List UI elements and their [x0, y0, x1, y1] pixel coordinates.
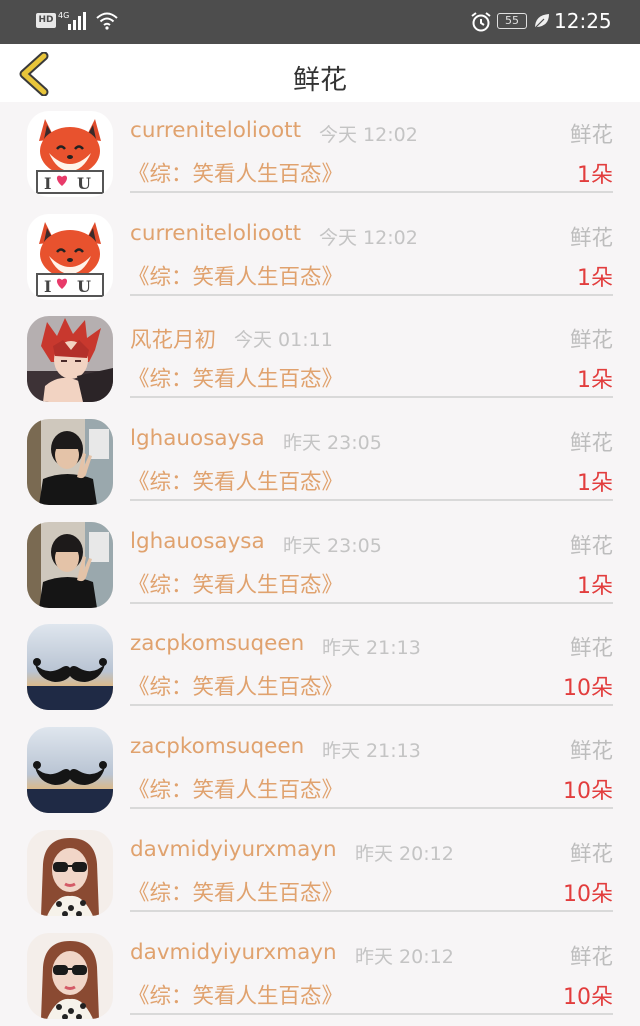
gift-type-label: 鲜花: [570, 837, 613, 868]
gift-type-label: 鲜花: [570, 221, 613, 252]
flower-count: 1朵: [577, 362, 613, 394]
eco-leaf-icon: [533, 12, 551, 30]
book-title[interactable]: 《综：笑看人生百态》: [128, 157, 343, 188]
hd-badge: HD: [36, 13, 56, 28]
gift-type-label: 鲜花: [570, 118, 613, 149]
row-divider: [130, 191, 613, 193]
user-avatar[interactable]: [27, 830, 113, 916]
flower-count: 1朵: [577, 465, 613, 497]
book-title[interactable]: 《综：笑看人生百态》: [128, 876, 343, 907]
user-avatar[interactable]: [27, 727, 113, 813]
user-avatar[interactable]: [27, 522, 113, 608]
flower-record-row[interactable]: davmidyiyurxmayn 昨天 20:12 鲜花《综：笑看人生百态》 10朵: [0, 924, 640, 1026]
row-divider: [130, 602, 613, 604]
svg-text:I: I: [44, 277, 51, 296]
username[interactable]: 风花月初: [130, 323, 216, 354]
clock-time: 12:25: [554, 9, 612, 33]
user-avatar[interactable]: [27, 624, 113, 710]
book-title[interactable]: 《综：笑看人生百态》: [128, 568, 343, 599]
user-avatar[interactable]: [27, 316, 113, 402]
flower-record-row[interactable]: zacpkomsuqeen 昨天 21:13 鲜花《综：笑看人生百态》 10朵: [0, 615, 640, 718]
svg-text:U: U: [77, 174, 91, 193]
book-title[interactable]: 《综：笑看人生百态》: [128, 773, 343, 804]
username[interactable]: lghauosaysa: [130, 529, 265, 554]
flower-record-row[interactable]: zacpkomsuqeen 昨天 21:13 鲜花《综：笑看人生百态》 10朵: [0, 718, 640, 821]
page-title: 鲜花: [0, 58, 640, 97]
gift-type-label: 鲜花: [570, 631, 613, 662]
status-bar: HD 4G 55 12:25: [0, 0, 640, 44]
row-divider: [130, 704, 613, 706]
alarm-icon: [470, 11, 492, 33]
flower-count: 10朵: [563, 979, 613, 1011]
gift-time: 昨天 20:12: [355, 839, 454, 866]
gift-type-label: 鲜花: [570, 323, 613, 354]
gift-time: 昨天 21:13: [322, 736, 421, 763]
book-title[interactable]: 《综：笑看人生百态》: [128, 260, 343, 291]
gift-time: 今天 12:02: [319, 120, 418, 147]
username[interactable]: davmidyiyurxmayn: [130, 837, 337, 862]
row-divider: [130, 807, 613, 809]
gift-type-label: 鲜花: [570, 529, 613, 560]
gift-time: 今天 12:02: [319, 223, 418, 250]
flower-count: 10朵: [563, 773, 613, 805]
gift-type-label: 鲜花: [570, 940, 613, 971]
user-avatar[interactable]: [27, 419, 113, 505]
flower-record-list: I U currenitelolioott今天 12:02鲜花《综：笑看人生百态…: [0, 102, 640, 1026]
gift-time: 昨天 21:13: [322, 633, 421, 660]
flower-count: 10朵: [563, 670, 613, 702]
gift-time: 昨天 23:05: [283, 428, 382, 455]
book-title[interactable]: 《综：笑看人生百态》: [128, 979, 343, 1010]
svg-text:I: I: [44, 174, 51, 193]
book-title[interactable]: 《综：笑看人生百态》: [128, 670, 343, 701]
gift-time: 今天 01:11: [234, 325, 333, 352]
book-title[interactable]: 《综：笑看人生百态》: [128, 465, 343, 496]
user-avatar[interactable]: I U: [27, 111, 113, 197]
battery-icon: 55: [497, 13, 527, 29]
flower-count: 10朵: [563, 876, 613, 908]
row-divider: [130, 1013, 613, 1015]
wifi-icon: [96, 12, 118, 30]
title-bar: 鲜花: [0, 44, 640, 102]
gift-time: 昨天 23:05: [283, 531, 382, 558]
flower-record-row[interactable]: I U currenitelolioott 今天 12:02 鲜花《综：笑看人生百态…: [0, 205, 640, 308]
book-title[interactable]: 《综：笑看人生百态》: [128, 362, 343, 393]
gift-time: 昨天 20:12: [355, 942, 454, 969]
username[interactable]: davmidyiyurxmayn: [130, 940, 337, 965]
svg-text:U: U: [77, 277, 91, 296]
flower-record-row[interactable]: lghauosaysa 昨天 23:05 鲜花《综：笑看人生百态》 1朵: [0, 410, 640, 513]
flower-record-row[interactable]: lghauosaysa 昨天 23:05 鲜花《综：笑看人生百态》 1朵: [0, 513, 640, 616]
flower-record-row[interactable]: davmidyiyurxmayn 昨天 20:12 鲜花《综：笑看人生百态》 10朵: [0, 821, 640, 924]
flower-count: 1朵: [577, 260, 613, 292]
row-divider: [130, 910, 613, 912]
user-avatar[interactable]: [27, 933, 113, 1019]
username[interactable]: currenitelolioott: [130, 118, 301, 143]
gift-type-label: 鲜花: [570, 734, 613, 765]
flower-record-row[interactable]: I U currenitelolioott 今天 12:02 鲜花《综：笑看人生百态…: [0, 102, 640, 205]
user-avatar[interactable]: I U: [27, 214, 113, 300]
gift-type-label: 鲜花: [570, 426, 613, 457]
flower-count: 1朵: [577, 568, 613, 600]
username[interactable]: zacpkomsuqeen: [130, 631, 304, 656]
username[interactable]: lghauosaysa: [130, 426, 265, 451]
username[interactable]: currenitelolioott: [130, 221, 301, 246]
row-divider: [130, 294, 613, 296]
signal-icon: [62, 12, 92, 30]
username[interactable]: zacpkomsuqeen: [130, 734, 304, 759]
row-divider: [130, 396, 613, 398]
flower-count: 1朵: [577, 157, 613, 189]
flower-record-row[interactable]: 风花月初今天 01:11 鲜花《综：笑看人生百态》 1朵: [0, 307, 640, 410]
row-divider: [130, 499, 613, 501]
